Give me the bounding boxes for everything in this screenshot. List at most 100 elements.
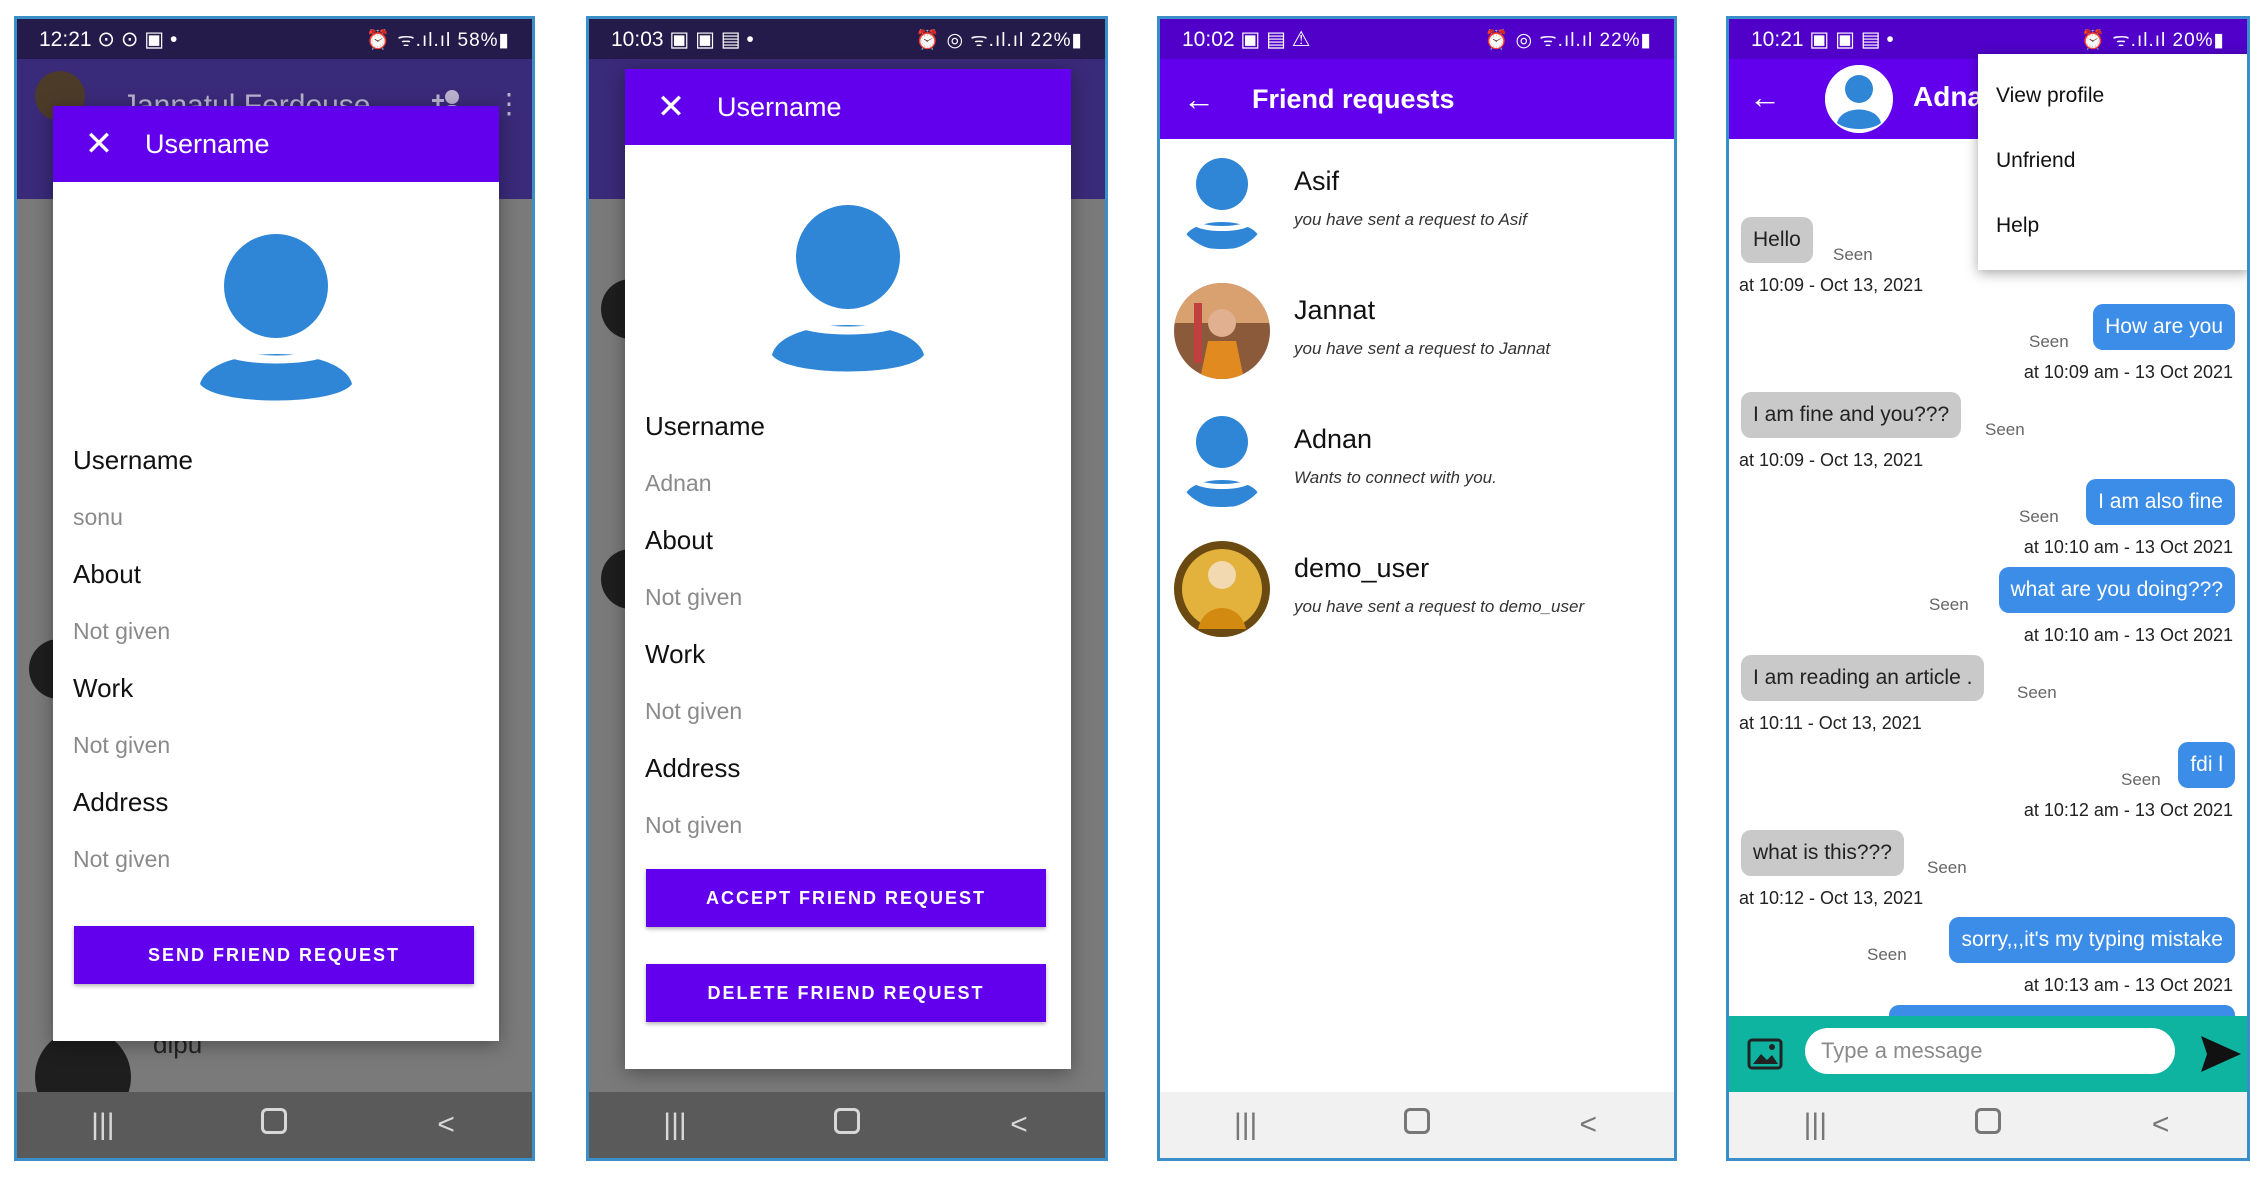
- message-input[interactable]: [1805, 1028, 2175, 1074]
- menu-item-help[interactable]: Help: [1996, 214, 2039, 238]
- status-time: 10:03: [611, 27, 664, 51]
- status-bar: 10:21 ▣ ▣ ▤ • ⏰ ᯤ.ıl.ıl 20%▮: [1729, 19, 2247, 59]
- recents-button[interactable]: |||: [63, 1108, 143, 1142]
- outgoing-message: sorry,,,it's my typing mistake: [1949, 917, 2235, 963]
- home-icon: [1974, 1108, 2001, 1134]
- request-name: Asif: [1294, 166, 1340, 196]
- avatar-photo: [1174, 541, 1270, 637]
- home-icon: [1403, 1108, 1430, 1134]
- request-subtitle: you have sent a request to demo_user: [1294, 597, 1585, 616]
- send-icon[interactable]: [2199, 1034, 2243, 1074]
- overflow-menu: View profile Unfriend Help: [1978, 54, 2247, 270]
- avatar-photo: [1174, 283, 1270, 379]
- seen-label: Seen: [1927, 858, 1967, 877]
- friend-request-item[interactable]: Adnan Wants to connect with you.: [1160, 402, 1674, 522]
- friend-request-item[interactable]: demo_user you have sent a request to dem…: [1160, 531, 1674, 651]
- close-icon[interactable]: ✕: [625, 90, 717, 124]
- field-value: Not given: [73, 618, 171, 644]
- recents-button[interactable]: |||: [1206, 1108, 1286, 1142]
- request-subtitle: you have sent a request to Jannat: [1294, 339, 1551, 358]
- request-name: Adnan: [1294, 424, 1373, 454]
- home-icon: [261, 1108, 288, 1134]
- seen-label: Seen: [2029, 332, 2069, 351]
- friend-request-item[interactable]: Asif you have sent a request to Asif: [1160, 144, 1674, 264]
- recents-button[interactable]: |||: [635, 1108, 715, 1142]
- field-label: Username: [645, 411, 765, 441]
- system-nav-bar: ||| <: [1729, 1092, 2247, 1158]
- message-timestamp: at 10:11 - Oct 13, 2021: [1739, 713, 1922, 733]
- status-time: 12:21: [39, 27, 92, 51]
- friend-request-item[interactable]: Jannat you have sent a request to Jannat: [1160, 273, 1674, 393]
- back-arrow-icon[interactable]: ←: [1168, 81, 1230, 118]
- status-icons: ⊙ ⊙ ▣ •: [97, 27, 178, 51]
- profile-avatar: [200, 234, 352, 401]
- back-button[interactable]: <: [979, 1108, 1059, 1142]
- outgoing-message: I am also fine: [2086, 479, 2235, 525]
- system-nav-bar: ||| <: [589, 1092, 1105, 1158]
- status-icons: ▣ ▣ ▤ •: [669, 27, 754, 51]
- field-label: Work: [73, 673, 134, 703]
- message-timestamp: at 10:12 am - 13 Oct 2021: [2023, 800, 2233, 820]
- dialog-header: ✕ Username: [625, 69, 1071, 145]
- message-timestamp: at 10:10 am - 13 Oct 2021: [2023, 537, 2233, 557]
- incoming-message: I am reading an article .: [1741, 655, 1985, 701]
- status-bar: 12:21 ⊙ ⊙ ▣ • ⏰ ᯤ.ıl.ıl 58%▮: [17, 19, 532, 59]
- accept-friend-request-button[interactable]: ACCEPT FRIEND REQUEST: [646, 869, 1046, 927]
- field-label: About: [645, 525, 713, 555]
- message-timestamp: at 10:09 - Oct 13, 2021: [1739, 450, 1924, 470]
- seen-label: Seen: [2017, 683, 2057, 702]
- avatar-placeholder: [1184, 416, 1260, 507]
- seen-label: Seen: [1833, 245, 1873, 264]
- app-bar: ← Friend requests: [1160, 59, 1674, 139]
- home-button[interactable]: [807, 1108, 887, 1142]
- seen-label: Seen: [1985, 420, 2025, 439]
- message-timestamp: at 10:13 am - 13 Oct 2021: [2023, 975, 2233, 995]
- back-button[interactable]: <: [406, 1108, 486, 1142]
- home-button[interactable]: [1377, 1108, 1457, 1142]
- avatar-placeholder: [1184, 158, 1260, 249]
- status-right: ⏰ ◎ ᯤ.ıl.ıl 22%▮: [915, 30, 1083, 51]
- delete-friend-request-button[interactable]: DELETE FRIEND REQUEST: [646, 964, 1046, 1022]
- incoming-message: Hello: [1741, 217, 1813, 263]
- message-timestamp: at 10:09 am - 13 Oct 2021: [2023, 362, 2233, 382]
- chat-avatar[interactable]: [1825, 65, 1893, 133]
- home-icon: [834, 1108, 860, 1134]
- outgoing-message: fdi l: [2178, 742, 2235, 788]
- field-label: About: [73, 559, 141, 589]
- field-label: Work: [645, 639, 706, 669]
- incoming-message: what is this???: [1741, 830, 1904, 876]
- request-name: demo_user: [1294, 553, 1430, 583]
- seen-label: Seen: [1929, 595, 1969, 614]
- status-bar: 10:02 ▣ ▤ ⚠ ⏰ ◎ ᯤ.ıl.ıl 22%▮: [1160, 19, 1674, 59]
- system-nav-bar: ||| <: [17, 1092, 532, 1158]
- status-time: 10:02: [1182, 27, 1235, 51]
- field-label: Address: [73, 787, 169, 817]
- message-timestamp: at 10:09 - Oct 13, 2021: [1739, 275, 1924, 295]
- menu-item-view-profile[interactable]: View profile: [1996, 84, 2104, 108]
- request-subtitle: you have sent a request to Asif: [1294, 210, 1527, 229]
- more-vert-icon: ⋮: [495, 88, 523, 119]
- close-icon[interactable]: ✕: [53, 127, 145, 161]
- field-value: Not given: [645, 698, 743, 724]
- profile-dialog: ✕ Username Username sonu About Not given…: [53, 106, 499, 1041]
- menu-item-unfriend[interactable]: Unfriend: [1996, 149, 2075, 173]
- status-time: 10:21: [1751, 27, 1804, 51]
- home-button[interactable]: [1948, 1108, 2028, 1142]
- field-label: Address: [645, 753, 741, 783]
- image-attach-icon[interactable]: [1747, 1036, 1783, 1072]
- dialog-header: ✕ Username: [53, 106, 499, 182]
- back-button[interactable]: <: [1548, 1108, 1628, 1142]
- field-value: Not given: [645, 584, 743, 610]
- send-friend-request-button[interactable]: SEND FRIEND REQUEST: [74, 926, 474, 984]
- request-name: Jannat: [1294, 295, 1376, 325]
- phone-screen-friend-requests: 10:02 ▣ ▤ ⚠ ⏰ ◎ ᯤ.ıl.ıl 22%▮ ← Friend re…: [1157, 16, 1677, 1161]
- seen-label: Seen: [2019, 507, 2059, 526]
- recents-button[interactable]: |||: [1775, 1108, 1855, 1142]
- back-button[interactable]: <: [2121, 1108, 2201, 1142]
- field-value: Not given: [73, 846, 171, 872]
- phone-screen-profile-send: 12:21 ⊙ ⊙ ▣ • ⏰ ᯤ.ıl.ıl 58%▮ Jannatul Fe…: [14, 16, 535, 1161]
- outgoing-message: what are you doing???: [1998, 567, 2235, 613]
- back-arrow-icon[interactable]: ←: [1749, 79, 1781, 116]
- request-subtitle: Wants to connect with you.: [1294, 468, 1497, 487]
- home-button[interactable]: [234, 1108, 314, 1142]
